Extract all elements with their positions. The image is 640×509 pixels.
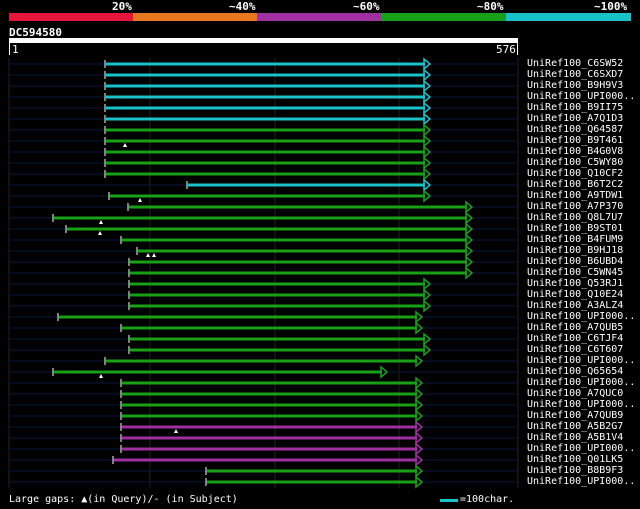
hit-label[interactable]: UniRef100_Q10CF2 <box>527 168 623 179</box>
hit-label[interactable]: UniRef100_A7P370 <box>527 201 623 212</box>
hit-label[interactable]: UniRef100_B9II75 <box>527 102 623 113</box>
query-gap-marker <box>98 231 102 235</box>
hit-label[interactable]: UniRef100_B9ST01 <box>527 223 623 234</box>
hit-label[interactable]: UniRef100_Q10E24 <box>527 289 623 300</box>
query-gap-marker <box>99 374 103 378</box>
scale-bar <box>440 499 458 502</box>
hit-label[interactable]: UniRef100_A7QUB5 <box>527 322 623 333</box>
hit-label[interactable]: UniRef100_B8B9F3 <box>527 465 623 476</box>
hit-label[interactable]: UniRef100_A5B2G7 <box>527 421 623 432</box>
query-gap-marker <box>138 198 142 202</box>
query-gap-marker <box>174 429 178 433</box>
hit-label[interactable]: UniRef100_B4G0V8 <box>527 146 623 157</box>
hit-label[interactable]: UniRef100_Q53RJ1 <box>527 278 623 289</box>
hit-label[interactable]: UniRef100_C6SXD7 <box>527 69 623 80</box>
hit-label[interactable]: UniRef100_UPI000.. <box>527 377 635 388</box>
hit-label[interactable]: UniRef100_A7QUC0 <box>527 388 623 399</box>
hit-label[interactable]: UniRef100_C5WY80 <box>527 157 623 168</box>
hit-label[interactable]: UniRef100_A5B1V4 <box>527 432 623 443</box>
hit-label[interactable]: UniRef100_B9HJ18 <box>527 245 623 256</box>
large-gaps-legend: Large gaps: ▲(in Query)/- (in Subject) <box>9 494 238 505</box>
hit-label[interactable]: UniRef100_Q8L7U7 <box>527 212 623 223</box>
hit-label[interactable]: UniRef100_C5WN45 <box>527 267 623 278</box>
hit-label[interactable]: UniRef100_B9T461 <box>527 135 623 146</box>
hit-label[interactable]: UniRef100_A7QUB9 <box>527 410 623 421</box>
hit-label[interactable]: UniRef100_Q64587 <box>527 124 623 135</box>
hit-label[interactable]: UniRef100_UPI000.. <box>527 91 635 102</box>
hit-label[interactable]: UniRef100_UPI000.. <box>527 399 635 410</box>
hit-label[interactable]: UniRef100_UPI000.. <box>527 476 635 487</box>
hit-label[interactable]: UniRef100_C6SW52 <box>527 58 623 69</box>
hit-label[interactable]: UniRef100_UPI000.. <box>527 355 635 366</box>
hit-label[interactable]: UniRef100_A3ALZ4 <box>527 300 623 311</box>
query-gap-marker <box>99 220 103 224</box>
query-gap-marker <box>152 253 156 257</box>
hit-label[interactable]: UniRef100_C6T607 <box>527 344 623 355</box>
hit-label[interactable]: UniRef100_B4FUM9 <box>527 234 623 245</box>
hit-label[interactable]: UniRef100_Q01LK5 <box>527 454 623 465</box>
hit-label[interactable]: UniRef100_Q65654 <box>527 366 623 377</box>
hit-label[interactable]: UniRef100_A7Q1D3 <box>527 113 623 124</box>
hit-label[interactable]: UniRef100_A9TDW1 <box>527 190 623 201</box>
query-gap-marker <box>123 143 127 147</box>
hit-label[interactable]: UniRef100_C6TJF4 <box>527 333 623 344</box>
hit-label[interactable]: UniRef100_UPI000.. <box>527 311 635 322</box>
hit-label[interactable]: UniRef100_B6UBD4 <box>527 256 623 267</box>
hit-label[interactable]: UniRef100_B6T2C2 <box>527 179 623 190</box>
hit-label[interactable]: UniRef100_UPI000.. <box>527 443 635 454</box>
scale-label: =100char. <box>460 494 515 505</box>
query-gap-marker <box>146 253 150 257</box>
hit-label[interactable]: UniRef100_B9H9V3 <box>527 80 623 91</box>
